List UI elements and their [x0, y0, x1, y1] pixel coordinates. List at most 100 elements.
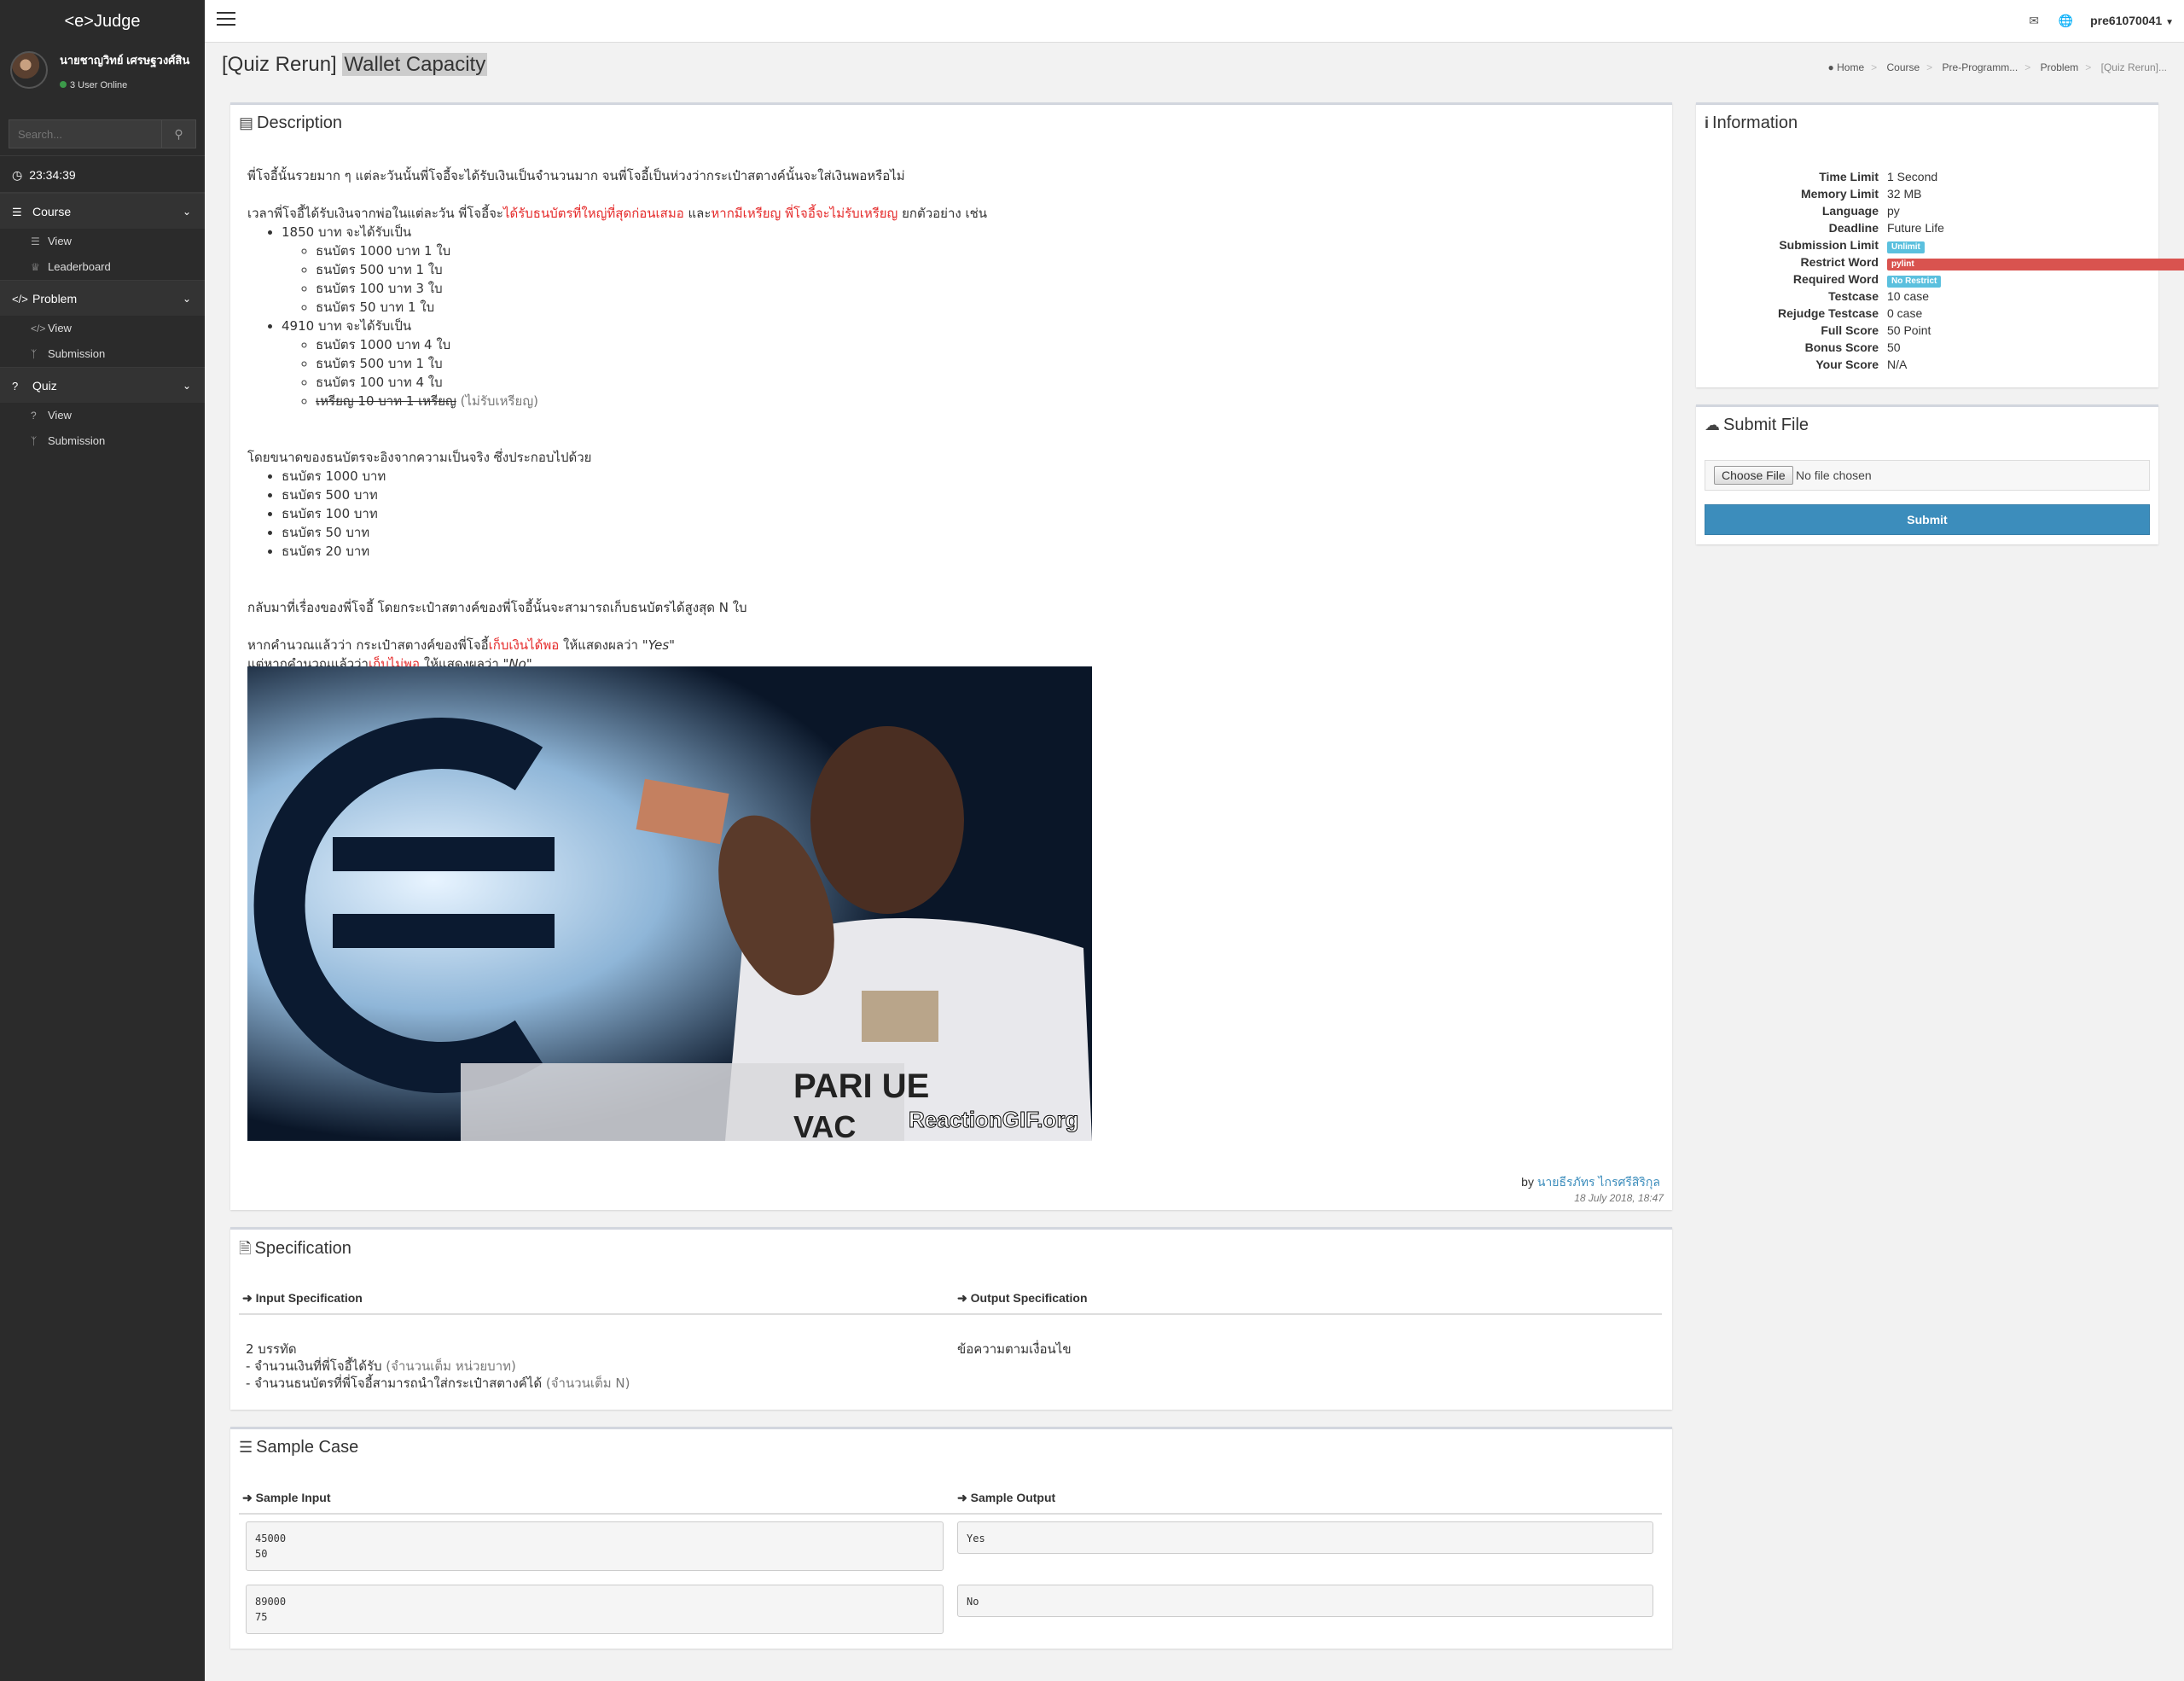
sidebar-item-quiz-submission[interactable]: ᛉ Submission — [0, 428, 205, 454]
sidebar-item-course-view[interactable]: ☰ View — [0, 229, 205, 254]
home-icon: ● — [1827, 61, 1834, 73]
list-item: ธนบัตร 100 บาท — [282, 504, 1647, 523]
user-name: นายชาญวิทย์ เศรษฐวงศ์สิน — [60, 54, 190, 67]
sidebar-item-label: Course — [32, 205, 72, 218]
breadcrumb-pre-programming[interactable]: Pre-Programm... — [1943, 61, 2018, 73]
search-input[interactable] — [9, 120, 163, 148]
sidebar-item-label: View — [48, 409, 72, 422]
info-value: N/A — [1887, 358, 1908, 371]
submit-file-box: ☁ Submit File Choose File No file chosen … — [1696, 404, 2158, 544]
list-item: ธนบัตร 1000 บาท 1 ใบ — [316, 241, 1647, 260]
sign-in-icon: ➜ — [242, 1491, 253, 1504]
list-item: ธนบัตร 500 บาท 1 ใบ — [316, 354, 1647, 373]
user-panel: นายชาญวิทย์ เศรษฐวงศ์สิน 3 User Online — [0, 43, 205, 113]
sidebar-item-label: Submission — [48, 434, 106, 447]
chevron-down-icon: ⌄ — [182, 380, 191, 392]
file-status: No file chosen — [1796, 468, 1872, 482]
info-row: Deadline Future Life — [1708, 219, 2152, 236]
banknote-list: ธนบัตร 1000 บาท ธนบัตร 500 บาท ธนบัตร 10… — [247, 467, 1647, 561]
info-row: Full Score 50 Point — [1708, 322, 2152, 339]
search-icon[interactable]: ⚲ — [161, 120, 195, 148]
info-row: Your Score N/A — [1708, 356, 2152, 373]
list-item: ธนบัตร 100 บาท 4 ใบ — [316, 373, 1647, 392]
info-row: Memory Limit 32 MB — [1708, 185, 2152, 202]
title-prefix: [Quiz Rerun] — [222, 53, 343, 76]
info-value: py — [1887, 204, 1900, 218]
info-value: 0 case — [1887, 306, 1923, 320]
list-item: เหรียญ 10 บาท 1 เหรียญ (ไม่รับเหรียญ) — [316, 392, 1647, 410]
breadcrumb-home[interactable]: Home — [1837, 61, 1864, 73]
sidebar-item-label: View — [48, 235, 72, 247]
post-date: 18 July 2018, 18:47 — [1574, 1192, 1664, 1204]
sidebar-item-quiz[interactable]: ? Quiz ⌄ — [0, 367, 205, 403]
info-label: Deadline — [1828, 221, 1879, 235]
breadcrumb: ● Home > Course > Pre-Programm... > Problem… — [1827, 61, 2167, 73]
choose-file-button[interactable]: Choose File — [1714, 466, 1793, 485]
info-row: Bonus Score 50 — [1708, 339, 2152, 356]
question-icon: ? — [31, 410, 37, 422]
specification-box: 🗎 Specification ➜ Input Specification ➜ O… — [230, 1227, 1672, 1410]
info-row: Restrict Word pylint — [1708, 253, 2184, 270]
input-spec-text: 2 บรรทัด - จำนวนเงินที่พี่โจอี้ได้รับ (จ… — [246, 1341, 630, 1391]
brand-logo[interactable]: <e>Judge — [0, 0, 205, 43]
chevron-down-icon: ⌄ — [182, 206, 191, 218]
envelope-icon[interactable]: ✉ — [2029, 14, 2039, 28]
info-label: Restrict Word — [1800, 255, 1879, 269]
clock: ◷ 23:34:39 — [0, 155, 205, 193]
breadcrumb-problem[interactable]: Problem — [2041, 61, 2079, 73]
list-item: ธนบัตร 100 บาท 3 ใบ — [316, 279, 1647, 298]
info-row: Submission Limit Unlimit — [1708, 236, 2152, 253]
info-label: Testcase — [1828, 289, 1879, 303]
info-label: Your Score — [1815, 358, 1879, 371]
description-paragraph: โดยขนาดของธนบัตรจะอิงจากความเป็นจริง ซึ่… — [247, 450, 592, 465]
info-icon: i — [1705, 114, 1710, 131]
status-badge: Unlimit — [1887, 241, 1925, 253]
sidebar-item-problem-submission[interactable]: ᛉ Submission — [0, 341, 205, 367]
info-value: 50 — [1887, 340, 1901, 354]
info-row: Testcase 10 case — [1708, 288, 2152, 305]
cloud-upload-icon: ☁ — [1705, 416, 1720, 433]
file-input[interactable]: Choose File No file chosen — [1705, 460, 2150, 491]
input-spec-title: ➜ Input Specification — [242, 1291, 363, 1305]
watermark-text: ReactionGIF.org — [909, 1107, 1078, 1132]
sidebar-item-problem-view[interactable]: </> View — [0, 316, 205, 341]
sidebar-item-leaderboard[interactable]: ♕ Leaderboard — [0, 254, 205, 280]
sidebar-item-course[interactable]: ☰ Course ⌄ — [0, 193, 205, 229]
hamburger-menu-icon[interactable] — [217, 12, 235, 27]
list-ol-icon: ☰ — [239, 1439, 253, 1456]
breadcrumb-course[interactable]: Course — [1886, 61, 1920, 73]
sample-title: ☰ Sample Case — [230, 1429, 1672, 1466]
author-line: by นายธีรภัทร ไกรศรีสิริกุล — [1521, 1175, 1660, 1189]
caret-down-icon: ▼ — [2165, 18, 2174, 27]
information-table: Time Limit 1 Second Memory Limit 32 MB Langu… — [1708, 168, 2184, 373]
shirt-text-2: VAC — [793, 1109, 856, 1141]
sample-case-box: ☰ Sample Case ➜ Sample Input ➜ Sample Out… — [230, 1427, 1672, 1649]
sidebar-item-label: Quiz — [32, 379, 57, 393]
clock-icon: ◷ — [12, 168, 23, 182]
code-icon: </> — [31, 323, 46, 334]
box-title-text: Sample Case — [256, 1438, 359, 1457]
information-box: i Information Time Limit 1 Second Memory Li… — [1696, 102, 2184, 387]
divider — [239, 1513, 1662, 1515]
box-title-text: Submit File — [1723, 416, 1809, 434]
submit-button[interactable]: Submit — [1705, 504, 2150, 535]
online-count: 3 User Online — [70, 80, 128, 90]
globe-icon[interactable]: 🌐 — [2059, 14, 2073, 28]
info-label: Time Limit — [1819, 170, 1879, 183]
reaction-gif-image: PARI UE VAC ReactionGIF.org — [247, 666, 1092, 1141]
info-badge: Unlimit — [1887, 236, 1925, 253]
info-label: Language — [1821, 204, 1879, 218]
title-highlight: Wallet Capacity — [342, 53, 488, 76]
list-item: ธนบัตร 1000 บาท — [282, 467, 1647, 486]
page-title: [Quiz Rerun] Wallet Capacity — [222, 53, 488, 77]
sidebar-item-label: Problem — [32, 292, 78, 305]
submit-title: ☁ Submit File — [1696, 407, 2158, 444]
sidebar-item-problem[interactable]: </> Problem ⌄ — [0, 280, 205, 316]
description-paragraph: เวลาพี่โจอี้ได้รับเงินจากพ่อในแต่ละวัน พ… — [247, 206, 988, 221]
author-link[interactable]: นายธีรภัทร ไกรศรีสิริกุล — [1537, 1175, 1660, 1189]
sidebar-item-quiz-view[interactable]: ? View — [0, 403, 205, 428]
user-menu[interactable]: pre61070041 ▼ — [2090, 14, 2174, 27]
list-icon: ☰ — [31, 236, 40, 247]
information-title: i Information — [1696, 105, 2158, 142]
user-status: 3 User Online — [60, 80, 127, 90]
